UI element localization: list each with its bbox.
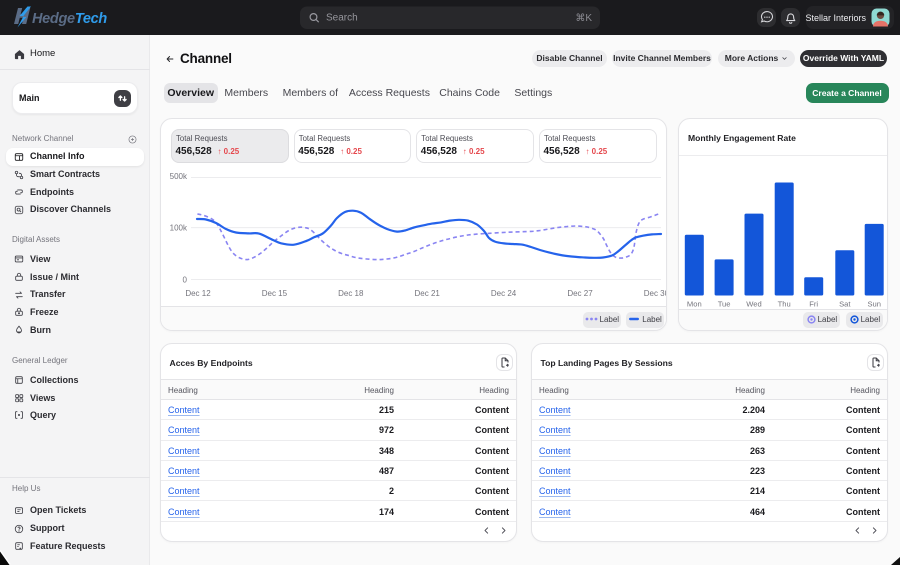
svg-text:Sat: Sat [839,300,851,309]
svg-text:Dec 15: Dec 15 [262,289,288,298]
svg-text:HedgeTech: HedgeTech [32,11,107,27]
svg-text:Search: Search [326,13,358,24]
svg-text:Mon: Mon [687,300,702,309]
svg-text:Fri: Fri [809,300,818,309]
svg-text:Thu: Thu [778,300,791,309]
svg-text:Dec 12: Dec 12 [185,289,211,298]
svg-text:Dec 27: Dec 27 [567,289,593,298]
svg-text:500k: 500k [170,172,188,181]
svg-text:Dec 21: Dec 21 [415,289,441,298]
svg-text:Wed: Wed [746,300,761,309]
svg-text:0: 0 [183,276,188,285]
svg-text:Dec 30: Dec 30 [644,289,666,298]
svg-text:Stellar Interiors: Stellar Interiors [805,13,866,23]
svg-text:Dec 24: Dec 24 [491,289,517,298]
svg-text:Dec 18: Dec 18 [338,289,364,298]
svg-text:⌘K: ⌘K [575,13,592,24]
svg-text:Tue: Tue [718,300,731,309]
svg-text:100k: 100k [170,224,188,233]
svg-text:Sun: Sun [867,300,881,309]
